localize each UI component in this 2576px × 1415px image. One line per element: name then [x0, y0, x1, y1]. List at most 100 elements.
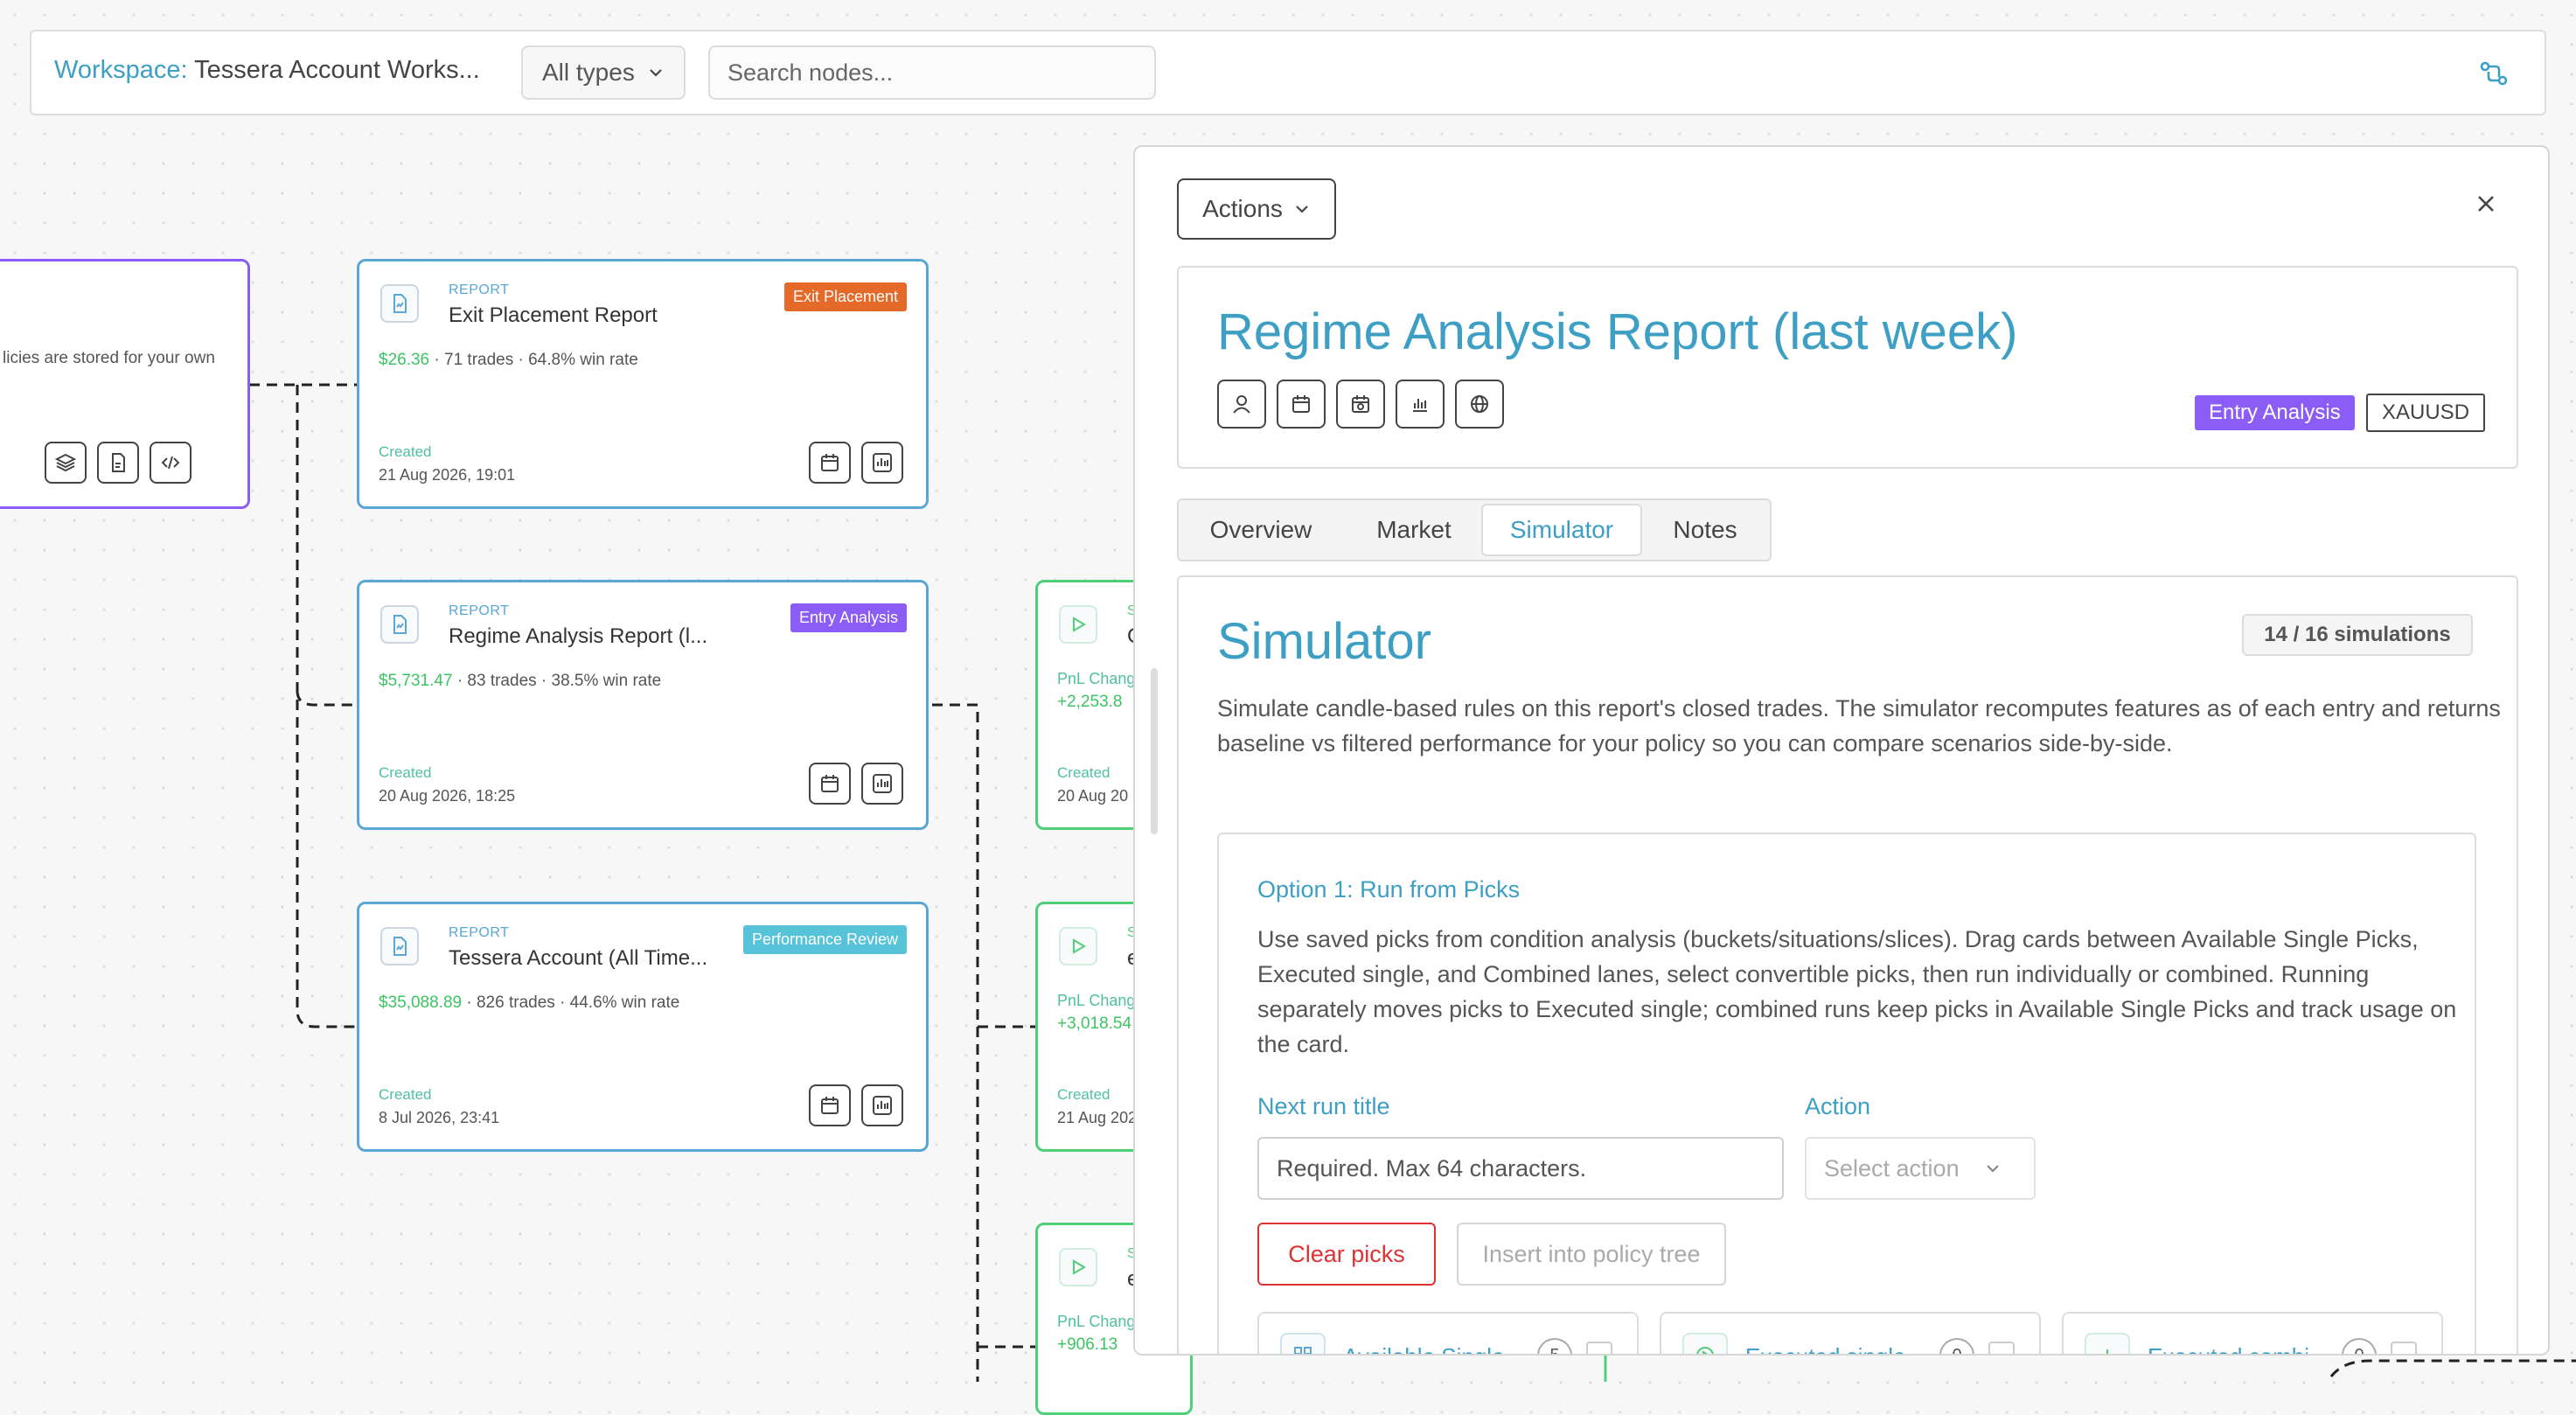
pnl-label: PnL Chang — [1057, 992, 1136, 1009]
created-date: 21 Aug 2026, 19:01 — [379, 466, 516, 484]
play-icon — [1059, 927, 1097, 965]
search-placeholder: Search nodes... — [728, 59, 894, 86]
card-stats: $26.36 · 71 trades · 64.8% win rate — [379, 351, 638, 370]
calendar-icon — [818, 1094, 841, 1117]
report-header: Regime Analysis Report (last week) Entry… — [1177, 266, 2518, 469]
run-title-input[interactable]: Required. Max 64 characters. — [1257, 1137, 1784, 1200]
document-icon — [107, 451, 129, 474]
globe-button[interactable] — [1455, 380, 1504, 429]
card-kind: REPORT — [449, 282, 510, 297]
created-label: Created — [1057, 764, 1110, 781]
option-run-from-picks: Option 1: Run from Picks Use saved picks… — [1217, 833, 2476, 1354]
calendar-icon — [1289, 392, 1313, 416]
tab-overview[interactable]: Overview — [1182, 504, 1340, 556]
created-date: 20 Aug 2026, 18:25 — [379, 787, 516, 805]
actions-label: Actions — [1202, 195, 1283, 222]
play-icon — [1059, 605, 1097, 644]
calendar-clock-icon — [1348, 392, 1373, 416]
link-icon[interactable] — [2476, 56, 2511, 91]
simulator-heading: Simulator — [1217, 613, 1431, 670]
pnl-value: +3,018.54 — [1057, 1014, 1132, 1033]
pnl-value: +2,253.8 — [1057, 693, 1123, 711]
card-pnl: $35,088.89 — [379, 993, 463, 1012]
search-input[interactable]: Search nodes... — [708, 45, 1156, 100]
lane-checkbox[interactable] — [2391, 1342, 2417, 1354]
calendar-icon — [818, 772, 841, 795]
lane-executed-combined[interactable]: Executed combi 0 — [2062, 1312, 2443, 1354]
play-icon — [1059, 1248, 1097, 1286]
calendar-button[interactable] — [809, 442, 851, 484]
tab-simulator[interactable]: Simulator — [1481, 504, 1642, 556]
calendar-button[interactable] — [809, 1084, 851, 1126]
status-badge: Entry Analysis — [790, 603, 907, 632]
run-title-label: Next run title — [1257, 1093, 1390, 1119]
created-label: Created — [379, 443, 432, 460]
lane-checkbox[interactable] — [1586, 1342, 1612, 1354]
tab-bar: Overview Market Simulator Notes — [1177, 498, 1772, 561]
tag-symbol: XAUUSD — [2366, 394, 2486, 432]
chart-icon — [871, 1094, 894, 1117]
type-filter-dropdown[interactable]: All types — [521, 45, 686, 100]
created-date: 21 Aug 202 — [1057, 1109, 1138, 1126]
card-title: Regime Analysis Report (l... — [449, 624, 708, 648]
card-pnl: $5,731.47 — [379, 672, 453, 690]
chart-button[interactable] — [861, 763, 903, 805]
chart-icon — [871, 451, 894, 474]
lane-count: 0 — [1939, 1338, 1974, 1354]
document-button[interactable] — [97, 442, 139, 484]
lane-checkbox[interactable] — [1988, 1342, 2015, 1354]
chart-button[interactable] — [861, 442, 903, 484]
user-button[interactable] — [1217, 380, 1266, 429]
lane-label: Executed combi — [2148, 1343, 2331, 1354]
calendar-button[interactable] — [809, 763, 851, 805]
report-file-icon — [380, 605, 419, 644]
calendar-icon — [818, 451, 841, 474]
tab-market[interactable]: Market — [1340, 504, 1488, 556]
simulation-count-badge: 14 / 16 simulations — [2242, 614, 2473, 656]
card-stats-text: · 71 trades · 64.8% win rate — [434, 351, 638, 369]
clear-picks-button[interactable]: Clear picks — [1257, 1223, 1436, 1286]
calendar-button[interactable] — [1277, 380, 1326, 429]
created-label: Created — [379, 764, 432, 781]
report-card[interactable]: REPORT Tessera Account (All Time... Perf… — [357, 902, 929, 1152]
layers-button[interactable] — [45, 442, 87, 484]
report-file-icon — [380, 284, 419, 323]
chevron-down-icon — [1984, 1160, 2002, 1177]
code-button[interactable] — [150, 442, 191, 484]
grid-icon — [1280, 1333, 1326, 1354]
play-circle-icon — [1682, 1333, 1728, 1354]
option-title: Option 1: Run from Picks — [1257, 876, 1521, 903]
created-date: 20 Aug 20 — [1057, 787, 1129, 805]
tag-entry-analysis: Entry Analysis — [2195, 395, 2355, 430]
status-badge: Exit Placement — [783, 282, 907, 311]
code-icon — [159, 451, 182, 474]
card-kind: REPORT — [449, 603, 510, 618]
option-description: Use saved picks from condition analysis … — [1257, 926, 2457, 1057]
chart-button[interactable] — [861, 1084, 903, 1126]
chart-button[interactable] — [1396, 380, 1445, 429]
report-card[interactable]: REPORT Exit Placement Report Exit Placem… — [357, 259, 929, 509]
action-label: Action — [1805, 1093, 1871, 1119]
policy-card[interactable]: licies are stored for your own — [0, 259, 250, 509]
schedule-button[interactable] — [1336, 380, 1385, 429]
lane-executed-single[interactable]: Executed single 0 — [1660, 1312, 2041, 1354]
lane-count: 5 — [1537, 1338, 1572, 1354]
card-kind: REPORT — [449, 925, 510, 940]
lane-available-single[interactable]: Available Single 5 — [1257, 1312, 1639, 1354]
panel-resize-handle[interactable] — [1151, 668, 1158, 834]
card-stats: $35,088.89 · 826 trades · 44.6% win rate — [379, 993, 679, 1013]
insert-policy-tree-button[interactable]: Insert into policy tree — [1457, 1223, 1726, 1286]
report-detail-panel: Actions Regime Analysis Report (last wee… — [1133, 145, 2550, 1356]
top-bar: Workspace: Tessera Account Works... All … — [30, 30, 2546, 115]
report-card[interactable]: REPORT Regime Analysis Report (l... Entr… — [357, 580, 929, 830]
workspace-key: Workspace: — [54, 56, 188, 84]
action-select[interactable]: Select action — [1805, 1137, 2036, 1200]
workspace-selector[interactable]: Workspace: Tessera Account Works... — [54, 56, 480, 85]
report-file-icon — [380, 927, 419, 965]
actions-button[interactable]: Actions — [1177, 178, 1336, 240]
close-icon[interactable] — [2473, 191, 2499, 217]
action-placeholder: Select action — [1824, 1154, 1960, 1181]
simulator-section: Simulator 14 / 16 simulations Simulate c… — [1177, 575, 2518, 1354]
chevron-down-icon — [1293, 200, 1311, 218]
tab-notes[interactable]: Notes — [1644, 504, 1766, 556]
